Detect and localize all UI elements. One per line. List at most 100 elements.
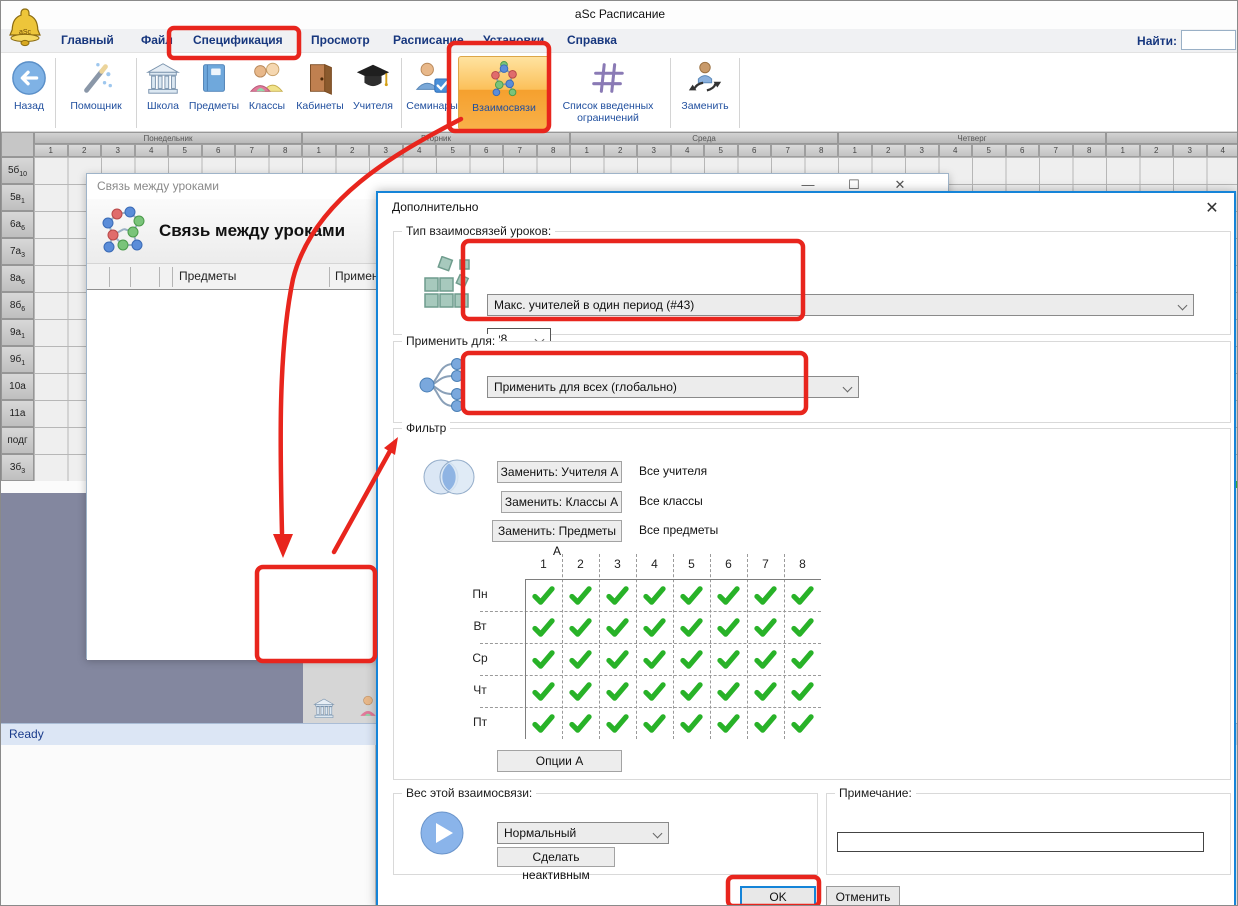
period-header: 5 [972, 144, 1006, 157]
check-cell[interactable] [525, 643, 562, 675]
app-title: aSc Расписание [1, 7, 1238, 21]
toolbar-item-school[interactable]: Школа [141, 55, 185, 131]
menu-file[interactable]: Файл [141, 33, 173, 47]
check-cell[interactable] [636, 643, 673, 675]
check-cell[interactable] [747, 675, 784, 707]
relation-type-select[interactable]: Макс. учителей в один период (#43) [487, 294, 1194, 316]
row-label: 6а6 [1, 211, 34, 238]
check-cell[interactable] [673, 675, 710, 707]
check-cell[interactable] [710, 643, 747, 675]
period-header: 5 [168, 144, 202, 157]
column-apply[interactable]: Примен [335, 269, 379, 283]
check-cell[interactable] [784, 611, 821, 643]
find-input[interactable] [1181, 30, 1236, 50]
check-cell[interactable] [784, 579, 821, 611]
check-cell[interactable] [525, 579, 562, 611]
check-cell[interactable] [562, 579, 599, 611]
check-cell[interactable] [599, 579, 636, 611]
check-cell[interactable] [710, 675, 747, 707]
check-cell[interactable] [747, 707, 784, 739]
check-cell[interactable] [562, 611, 599, 643]
apply-for-select[interactable]: Применить для всех (глобально) [487, 376, 859, 398]
toolbar-item-subjects[interactable]: Предметы [185, 55, 243, 131]
ok-button[interactable]: OK [740, 886, 816, 906]
check-cell[interactable] [562, 643, 599, 675]
menu-view[interactable]: Просмотр [311, 33, 370, 47]
period-header: 3 [637, 144, 671, 157]
check-cell[interactable] [562, 675, 599, 707]
grid-period-label: 2 [562, 557, 599, 571]
toolbar-item-seminars[interactable]: Семинары [406, 55, 458, 131]
check-cell[interactable] [747, 643, 784, 675]
period-header: 1 [302, 144, 336, 157]
period-header: 7 [235, 144, 269, 157]
menu-specification[interactable]: Спецификация [193, 33, 283, 47]
toolbar-item-rooms[interactable]: Кабинеты [291, 55, 349, 131]
check-cell[interactable] [710, 707, 747, 739]
check-cell[interactable] [784, 643, 821, 675]
check-cell[interactable] [525, 675, 562, 707]
checkmark-icon [680, 586, 703, 605]
check-cell[interactable] [673, 611, 710, 643]
check-cell[interactable] [599, 643, 636, 675]
column-subjects[interactable]: Предметы [179, 269, 236, 283]
checkmark-icon [717, 618, 740, 637]
subjects-icon [194, 58, 234, 98]
menu-settings[interactable]: Установки [483, 33, 544, 47]
checkmark-icon [754, 714, 777, 733]
checkmark-icon [606, 714, 629, 733]
apply-groupbox: Применить для: Применить для всех (глоба… [393, 341, 1231, 423]
check-cell[interactable] [784, 707, 821, 739]
asc-bell-logo-icon[interactable]: aSc [7, 7, 43, 54]
close-icon[interactable]: ✕ [1202, 198, 1222, 218]
check-cell[interactable] [599, 611, 636, 643]
toolbar-label-back: Назад [14, 100, 44, 112]
note-input[interactable] [837, 832, 1204, 852]
note-group-label: Примечание: [835, 786, 916, 800]
replace-subjects-button[interactable]: Заменить: Предметы А [492, 520, 622, 542]
check-cell[interactable] [562, 707, 599, 739]
check-cell[interactable] [784, 675, 821, 707]
toolbar-item-back[interactable]: Назад [7, 55, 51, 131]
toolbar-item-constraints[interactable]: Список введенных ограничений [550, 55, 666, 131]
check-cell[interactable] [525, 611, 562, 643]
toolbar-label-subjects: Предметы [189, 100, 239, 112]
toolbar-item-replace[interactable]: Заменить [675, 55, 735, 131]
replace-classes-button[interactable]: Заменить: Классы А [501, 491, 622, 513]
check-cell[interactable] [525, 707, 562, 739]
toolbar-item-classes[interactable]: Классы [243, 55, 291, 131]
make-inactive-button[interactable]: Сделать неактивным [497, 847, 615, 867]
dialog-title: Связь между уроками [97, 179, 219, 193]
toolbar-item-relations[interactable]: Взаимосвязи [458, 56, 550, 130]
check-cell[interactable] [636, 611, 673, 643]
day-header: Четверг [838, 132, 1106, 144]
period-header: 7 [771, 144, 805, 157]
window-titlebar: aSc Расписание [1, 1, 1238, 29]
toolbar-item-teachers[interactable]: Учителя [349, 55, 397, 131]
check-cell[interactable] [636, 579, 673, 611]
menu-help[interactable]: Справка [567, 33, 617, 47]
check-cell[interactable] [599, 675, 636, 707]
check-cell[interactable] [673, 579, 710, 611]
check-cell[interactable] [747, 579, 784, 611]
check-cell[interactable] [636, 675, 673, 707]
options-a-button[interactable]: Опции А [497, 750, 622, 772]
menu-timetable[interactable]: Расписание [393, 33, 464, 47]
toolbar-item-wizard[interactable]: Помощник [60, 55, 132, 131]
relations-molecule-icon [97, 205, 151, 264]
menu-main[interactable]: Главный [61, 33, 114, 47]
check-cell[interactable] [599, 707, 636, 739]
check-cell[interactable] [636, 707, 673, 739]
subjects-filter-value: Все предметы [639, 523, 718, 537]
check-cell[interactable] [673, 707, 710, 739]
check-cell[interactable] [710, 611, 747, 643]
weight-select[interactable]: Нормальный [497, 822, 669, 844]
check-cell[interactable] [673, 643, 710, 675]
check-cell[interactable] [710, 579, 747, 611]
checkmark-icon [532, 618, 555, 637]
replace-teachers-button[interactable]: Заменить: Учителя А [497, 461, 622, 483]
toolbar: Назад ПомощникШкола Предметы КлассыКабинеты… [1, 53, 1238, 132]
school-tab-icon[interactable] [311, 696, 337, 725]
check-cell[interactable] [747, 611, 784, 643]
cancel-button[interactable]: Отменить [826, 886, 900, 906]
